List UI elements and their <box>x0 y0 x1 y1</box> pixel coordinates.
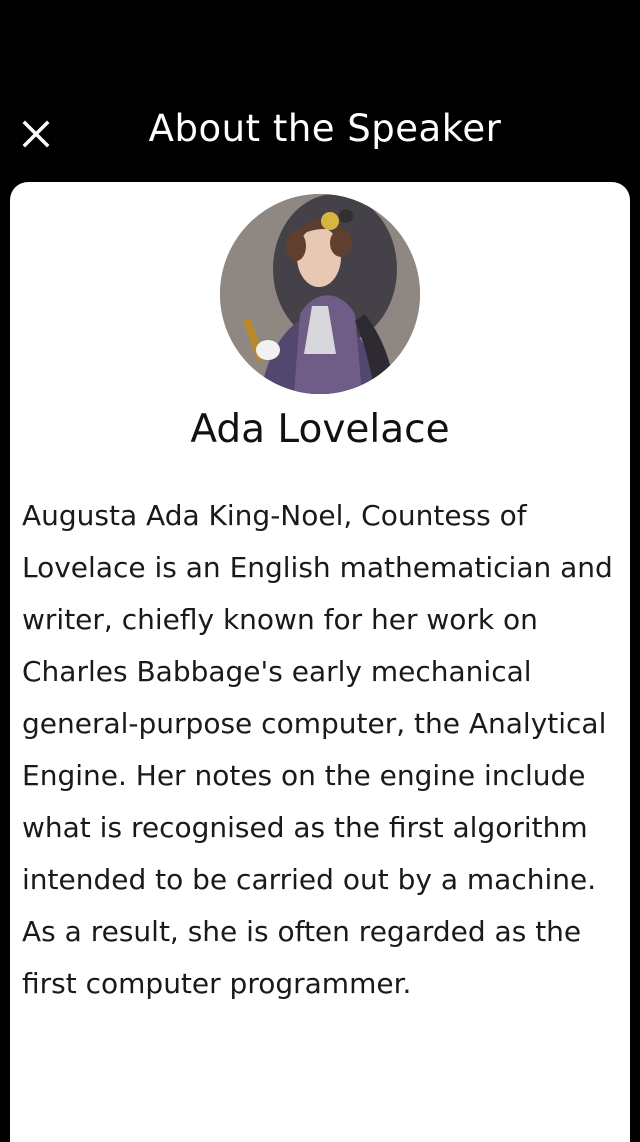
modal-header: About the Speaker <box>0 90 640 170</box>
speaker-avatar <box>220 194 420 394</box>
speaker-name: Ada Lovelace <box>190 407 450 452</box>
speaker-bio: Augusta Ada King-Noel, Countess of Lovel… <box>22 499 613 1000</box>
speaker-card: Ada Lovelace Augusta Ada King-Noel, Coun… <box>10 182 630 1142</box>
page-title: About the Speaker <box>148 107 502 150</box>
speaker-portrait <box>220 194 420 394</box>
speaker-modal-screen: About the Speaker Ada Lovelace Augusta A… <box>0 0 640 1142</box>
